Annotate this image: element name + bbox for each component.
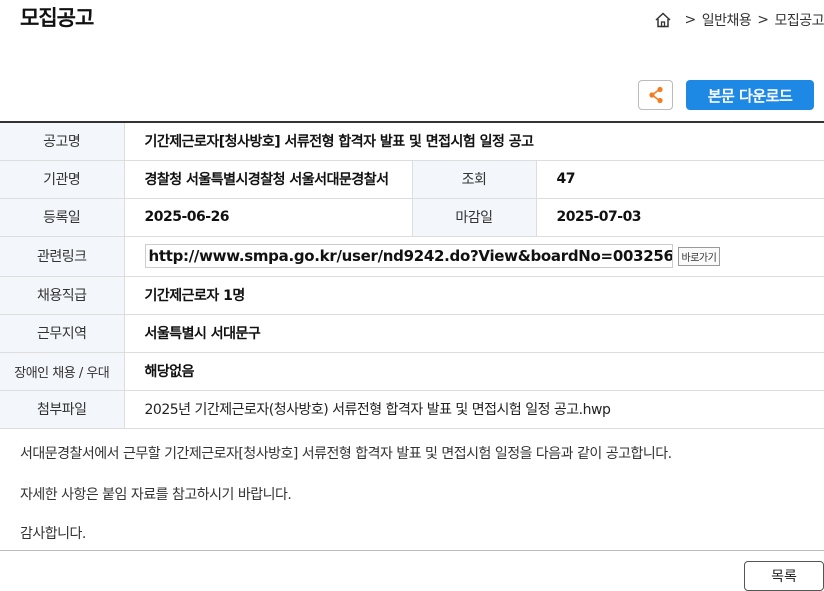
download-button[interactable]: 본문 다운로드 (686, 80, 814, 110)
body-line: 감사합니다. (20, 526, 86, 542)
breadcrumb-separator: > (757, 12, 769, 28)
page: 모집공고 > 일반채용 > 모집공고 본문 다운로드 공고명 기간제근로자[청사… (0, 0, 824, 591)
breadcrumb-item-recruit[interactable]: 모집공고 (774, 10, 824, 30)
related-link-field[interactable]: http://www.smpa.go.kr/user/nd9242.do?Vie… (144, 244, 673, 268)
share-button[interactable] (638, 80, 673, 110)
job-label: 채용직급 (0, 276, 125, 315)
deadline-value: 2025-07-03 (536, 198, 824, 237)
breadcrumb-item-general[interactable]: 일반채용 (702, 10, 752, 30)
table-row: 기관명 경찰청 서울특별시경찰청 서울서대문경찰서 조회 47 (0, 160, 824, 199)
table-row: 채용직급 기간제근로자 1명 (0, 276, 824, 315)
link-label: 관련링크 (0, 236, 125, 277)
views-label: 조회 (411, 160, 537, 199)
table-row: 첨부파일 2025년 기간제근로자(청사방호) 서류전형 합격자 발표 및 면접… (0, 390, 824, 429)
breadcrumb: > 일반채용 > 모집공고 (654, 10, 824, 30)
org-label: 기관명 (0, 160, 125, 199)
body-line: 자세한 사항은 붙임 자료를 참고하시기 바랍니다. (20, 487, 292, 503)
disability-label: 장애인 채용 / 우대 (0, 352, 125, 391)
table-row: 등록일 2025-06-26 마감일 2025-07-03 (0, 198, 824, 237)
org-value: 경찰청 서울특별시경찰청 서울서대문경찰서 (124, 160, 412, 199)
list-button[interactable]: 목록 (744, 561, 824, 591)
posting-info-table: 공고명 기간제근로자[청사방호] 서류전형 합격자 발표 및 면접시험 일정 공… (0, 121, 824, 429)
home-icon[interactable] (654, 11, 672, 29)
table-row: 장애인 채용 / 우대 해당없음 (0, 352, 824, 391)
share-icon (648, 86, 663, 104)
reg-date-value: 2025-06-26 (124, 198, 412, 237)
table-row: 관련링크 http://www.smpa.go.kr/user/nd9242.d… (0, 236, 824, 277)
disability-value: 해당없음 (124, 352, 824, 391)
go-link-button[interactable]: 바로가기 (677, 246, 721, 266)
body-line: 서대문경찰서에서 근무할 기간제근로자[청사방호] 서류전형 합격자 발표 및 … (20, 446, 672, 462)
attachment-link[interactable]: 2025년 기간제근로자(청사방호) 서류전형 합격자 발표 및 면접시험 일정… (124, 390, 824, 429)
table-row: 근무지역 서울특별시 서대문구 (0, 314, 824, 353)
posting-body: 서대문경찰서에서 근무할 기간제근로자[청사방호] 서류전형 합격자 발표 및 … (0, 433, 824, 551)
views-value: 47 (536, 160, 824, 199)
location-value: 서울특별시 서대문구 (124, 314, 824, 353)
table-row: 공고명 기간제근로자[청사방호] 서류전형 합격자 발표 및 면접시험 일정 공… (0, 122, 824, 161)
breadcrumb-separator: > (684, 12, 696, 28)
deadline-label: 마감일 (411, 198, 537, 237)
page-title: 모집공고 (20, 6, 94, 30)
job-value: 기간제근로자 1명 (124, 276, 824, 315)
reg-date-label: 등록일 (0, 198, 125, 237)
title-value: 기간제근로자[청사방호] 서류전형 합격자 발표 및 면접시험 일정 공고 (124, 122, 824, 161)
location-label: 근무지역 (0, 314, 125, 353)
title-label: 공고명 (0, 122, 125, 161)
attachment-label: 첨부파일 (0, 390, 125, 429)
link-cell: http://www.smpa.go.kr/user/nd9242.do?Vie… (124, 236, 824, 277)
